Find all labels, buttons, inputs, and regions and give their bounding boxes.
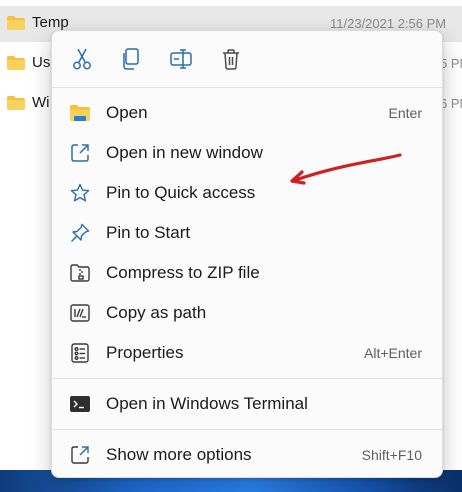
terminal-icon xyxy=(70,394,90,414)
menu-item-label: Open in new window xyxy=(106,143,263,162)
folder-icon xyxy=(7,96,25,110)
context-menu: Open Enter Open in new window Pin to Qui… xyxy=(51,30,443,478)
menu-item-label: Copy as path xyxy=(106,303,207,322)
menu-item-label: Open xyxy=(106,103,148,122)
folder-icon xyxy=(7,16,25,30)
menu-item-show-more-options[interactable]: Show more options Shift+F10 xyxy=(58,437,436,473)
file-name: Wi xyxy=(32,94,50,111)
annotation-arrow xyxy=(290,153,402,185)
menu-item-compress-zip[interactable]: Compress to ZIP file xyxy=(58,255,436,291)
cut-button[interactable] xyxy=(68,45,96,73)
file-date: 11/23/2021 2:56 PM xyxy=(330,16,447,31)
menu-item-properties[interactable]: Properties Alt+Enter xyxy=(58,335,436,371)
menu-item-label: Open in Windows Terminal xyxy=(106,394,308,413)
delete-button[interactable] xyxy=(217,45,245,73)
rename-icon xyxy=(170,49,192,69)
folder-icon xyxy=(70,103,90,123)
menu-item-label: Properties xyxy=(106,343,184,362)
file-date: 5 PM xyxy=(440,56,462,71)
rename-button[interactable] xyxy=(167,45,195,73)
folder-icon xyxy=(7,56,25,70)
trash-icon xyxy=(223,48,239,70)
properties-icon xyxy=(70,343,90,363)
menu-item-open[interactable]: Open Enter xyxy=(58,95,436,131)
menu-item-copy-path[interactable]: Copy as path xyxy=(58,295,436,331)
menu-item-label: Show more options xyxy=(106,445,252,464)
file-date: 6 PM xyxy=(440,96,462,111)
menu-item-shortcut: Shift+F10 xyxy=(361,447,422,463)
file-name: Temp xyxy=(32,14,69,31)
menu-divider xyxy=(52,87,442,88)
zip-icon xyxy=(70,263,90,283)
menu-item-open-terminal[interactable]: Open in Windows Terminal xyxy=(58,386,436,422)
menu-item-label: Compress to ZIP file xyxy=(106,263,260,282)
star-icon xyxy=(70,183,90,203)
menu-item-pin-start[interactable]: Pin to Start xyxy=(58,215,436,251)
external-window-icon xyxy=(70,143,90,163)
copy-button[interactable] xyxy=(117,45,145,73)
menu-item-label: Pin to Start xyxy=(106,223,191,242)
menu-divider xyxy=(52,378,442,379)
scissors-icon xyxy=(73,48,91,70)
menu-item-shortcut: Alt+Enter xyxy=(364,345,422,361)
more-options-icon xyxy=(70,445,90,465)
menu-item-shortcut: Enter xyxy=(388,105,422,121)
copy-path-icon xyxy=(70,303,90,323)
pin-icon xyxy=(70,223,90,243)
quick-action-bar xyxy=(52,31,442,87)
copy-icon xyxy=(123,48,139,70)
menu-divider xyxy=(52,429,442,430)
menu-item-label: Pin to Quick access xyxy=(106,183,256,202)
